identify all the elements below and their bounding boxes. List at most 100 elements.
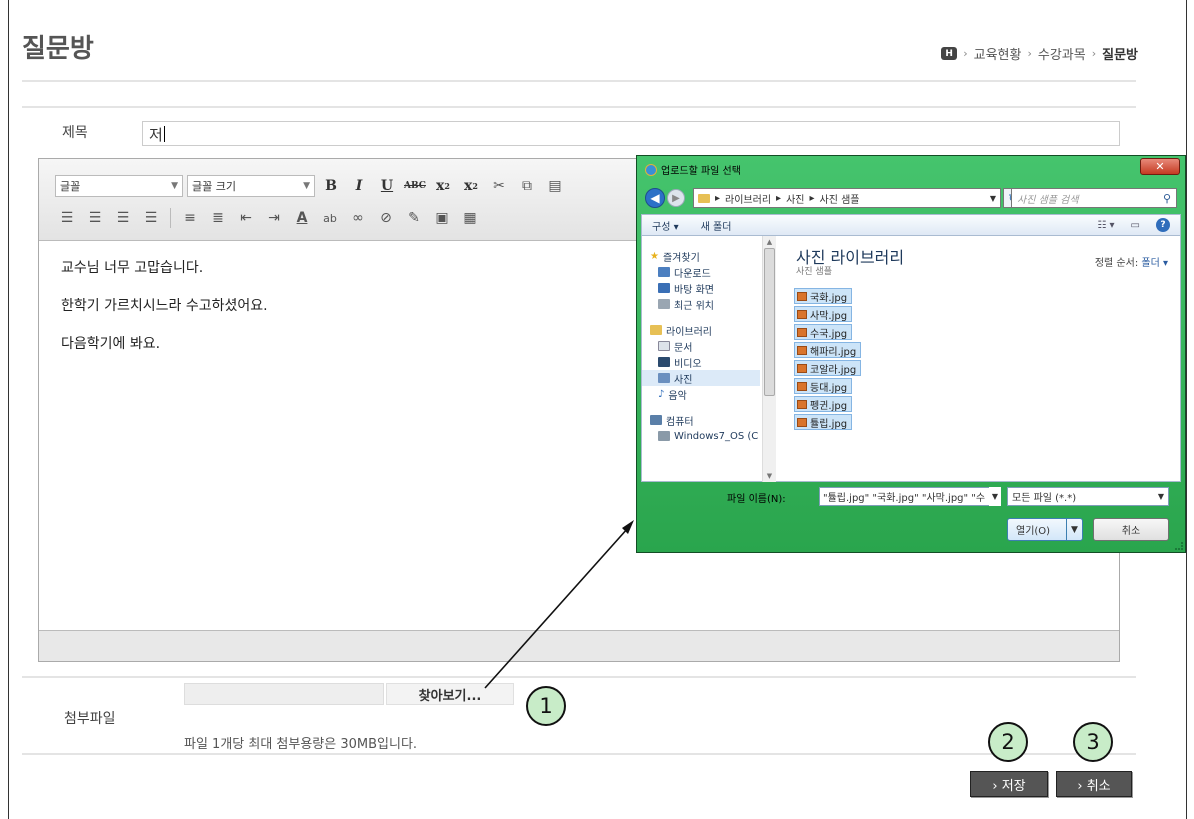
library-subtitle: 사진 샘플 bbox=[796, 267, 832, 277]
resize-grip-icon[interactable] bbox=[1175, 542, 1183, 550]
frame-left-border bbox=[8, 0, 9, 819]
chevron-down-icon[interactable]: ▼ bbox=[1066, 519, 1082, 540]
view-options-icon[interactable]: ☷ ▾ bbox=[1097, 220, 1114, 231]
breadcrumb-item-education[interactable]: 교육현황 bbox=[974, 44, 1022, 63]
organize-button[interactable]: 구성 ▾ bbox=[652, 218, 679, 233]
back-icon[interactable]: ◀ bbox=[645, 188, 665, 208]
nav-item-videos[interactable]: 비디오 bbox=[642, 354, 760, 370]
table-icon[interactable]: ▦ bbox=[458, 207, 482, 229]
file-type-select[interactable]: 모든 파일 (*.*) ▼ bbox=[1007, 487, 1169, 506]
open-button[interactable]: 열기(O) ▼ bbox=[1007, 518, 1083, 541]
superscript-icon[interactable]: x2 bbox=[459, 175, 483, 197]
nav-libraries[interactable]: 라이브러리 bbox=[642, 322, 760, 338]
font-family-select[interactable]: 글꼴 ▼ bbox=[55, 175, 183, 197]
sort-value[interactable]: 폴더 ▾ bbox=[1141, 258, 1168, 269]
dialog-cancel-button[interactable]: 취소 bbox=[1093, 518, 1169, 541]
image-icon[interactable]: ▣ bbox=[430, 207, 454, 229]
search-input[interactable]: 사진 샘플 검색 ⚲ bbox=[1011, 188, 1177, 208]
new-folder-button[interactable]: 새 폴더 bbox=[701, 218, 732, 233]
preview-pane-icon[interactable]: ▭ bbox=[1131, 220, 1140, 231]
file-item[interactable]: 코알라.jpg bbox=[794, 360, 862, 376]
nav-item-recent[interactable]: 최근 위치 bbox=[642, 296, 760, 312]
subscript-icon[interactable]: x2 bbox=[431, 175, 455, 197]
cut-icon[interactable]: ✂ bbox=[487, 175, 511, 197]
font-size-select[interactable]: 글꼴 크기 ▼ bbox=[187, 175, 315, 197]
file-name: 국화.jpg bbox=[810, 292, 848, 304]
nav-item-music[interactable]: ♪ 음악 bbox=[642, 386, 760, 402]
library-icon bbox=[650, 325, 662, 335]
indent-icon[interactable]: ⇥ bbox=[262, 207, 286, 229]
align-left-icon[interactable]: ☰ bbox=[55, 207, 79, 229]
bold-icon[interactable]: B bbox=[319, 175, 343, 197]
align-center-icon[interactable]: ☰ bbox=[83, 207, 107, 229]
browser-icon bbox=[645, 163, 657, 176]
nav-item-downloads[interactable]: 다운로드 bbox=[642, 264, 760, 280]
underline-icon[interactable]: U bbox=[375, 175, 399, 197]
home-icon[interactable]: H bbox=[941, 47, 958, 60]
file-path-field[interactable] bbox=[184, 683, 384, 705]
ordered-list-icon[interactable]: ≡ bbox=[178, 207, 202, 229]
callout-marker-3: 3 bbox=[1073, 722, 1113, 762]
copy-icon[interactable]: ⧉ bbox=[515, 175, 539, 197]
file-item[interactable]: 수국.jpg bbox=[794, 324, 853, 340]
nav-computer[interactable]: 컴퓨터 bbox=[642, 412, 760, 428]
nav-label: 즐겨찾기 bbox=[662, 252, 700, 264]
file-item[interactable]: 사막.jpg bbox=[794, 306, 853, 322]
chevron-down-icon[interactable]: ▼ bbox=[763, 470, 776, 482]
close-icon[interactable]: ✕ bbox=[1140, 158, 1180, 175]
callout-arrow bbox=[484, 520, 634, 689]
link-icon[interactable]: ∞ bbox=[346, 207, 370, 229]
search-placeholder: 사진 샘플 검색 bbox=[1017, 194, 1079, 206]
sort-control[interactable]: 정렬 순서: 폴더 ▾ bbox=[1095, 254, 1168, 269]
nav-item-desktop[interactable]: 바탕 화면 bbox=[642, 280, 760, 296]
address-bar[interactable]: ▸ 라이브러리 ▸ 사진 ▸ 사진 샘플 ▼ bbox=[693, 188, 1001, 208]
outdent-icon[interactable]: ⇤ bbox=[234, 207, 258, 229]
file-name: 등대.jpg bbox=[810, 382, 848, 394]
chevron-down-icon[interactable]: ▼ bbox=[989, 487, 1001, 506]
image-file-icon bbox=[797, 291, 807, 301]
align-justify-icon[interactable]: ☰ bbox=[139, 207, 163, 229]
forward-icon[interactable]: ▶ bbox=[667, 189, 685, 207]
nav-item-documents[interactable]: 문서 bbox=[642, 338, 760, 354]
chevron-up-icon[interactable]: ▲ bbox=[763, 236, 776, 248]
chevron-down-icon[interactable]: ▼ bbox=[990, 194, 996, 203]
file-item[interactable]: 튤립.jpg bbox=[794, 414, 853, 430]
file-item[interactable]: 국화.jpg bbox=[794, 288, 853, 304]
nav-favorites[interactable]: ★ 즐겨찾기 bbox=[642, 248, 760, 264]
path-item[interactable]: 사진 bbox=[786, 191, 804, 206]
path-item[interactable]: 사진 샘플 bbox=[820, 191, 860, 206]
edit-html-icon[interactable]: ✎ bbox=[402, 207, 426, 229]
sort-label: 정렬 순서: bbox=[1094, 258, 1139, 269]
breadcrumb: H › 교육현황 › 수강과목 › 질문방 bbox=[941, 44, 1138, 63]
strikethrough-icon[interactable]: ABC bbox=[403, 175, 427, 197]
star-icon: ★ bbox=[650, 250, 659, 262]
align-right-icon[interactable]: ☰ bbox=[111, 207, 135, 229]
file-item[interactable]: 해파리.jpg bbox=[794, 342, 862, 358]
breadcrumb-item-courses[interactable]: 수강과목 bbox=[1038, 44, 1086, 63]
filename-label: 파일 이름(N): bbox=[727, 494, 786, 505]
path-item[interactable]: 라이브러리 bbox=[725, 191, 771, 206]
save-button[interactable]: › 저장 bbox=[970, 771, 1048, 797]
nav-label: 음악 bbox=[668, 390, 687, 402]
font-color-icon[interactable]: A bbox=[290, 207, 314, 229]
highlight-color-icon[interactable]: ab bbox=[318, 207, 342, 229]
help-icon[interactable]: ? bbox=[1156, 218, 1170, 232]
file-item[interactable]: 등대.jpg bbox=[794, 378, 853, 394]
nav-item-drive-c[interactable]: Windows7_OS (C bbox=[642, 428, 760, 444]
file-item[interactable]: 펭귄.jpg bbox=[794, 396, 853, 412]
paste-icon[interactable]: ▤ bbox=[543, 175, 567, 197]
subject-input[interactable]: 저 bbox=[142, 121, 1120, 146]
file-name: 펭귄.jpg bbox=[810, 400, 848, 412]
divider bbox=[22, 753, 1136, 755]
cancel-button[interactable]: › 취소 bbox=[1056, 771, 1132, 797]
nav-scrollbar[interactable]: ▲ ▼ bbox=[762, 236, 776, 482]
pictures-icon bbox=[658, 373, 670, 383]
unordered-list-icon[interactable]: ≣ bbox=[206, 207, 230, 229]
filename-input[interactable]: "튤립.jpg" "국화.jpg" "사막.jpg" "수 bbox=[819, 487, 999, 506]
drive-icon bbox=[658, 431, 670, 441]
italic-icon[interactable]: I bbox=[347, 175, 371, 197]
file-name: 코알라.jpg bbox=[810, 364, 857, 376]
nav-item-pictures[interactable]: 사진 bbox=[642, 370, 760, 386]
unlink-icon[interactable]: ⊘ bbox=[374, 207, 398, 229]
scrollbar-thumb[interactable] bbox=[764, 248, 775, 396]
